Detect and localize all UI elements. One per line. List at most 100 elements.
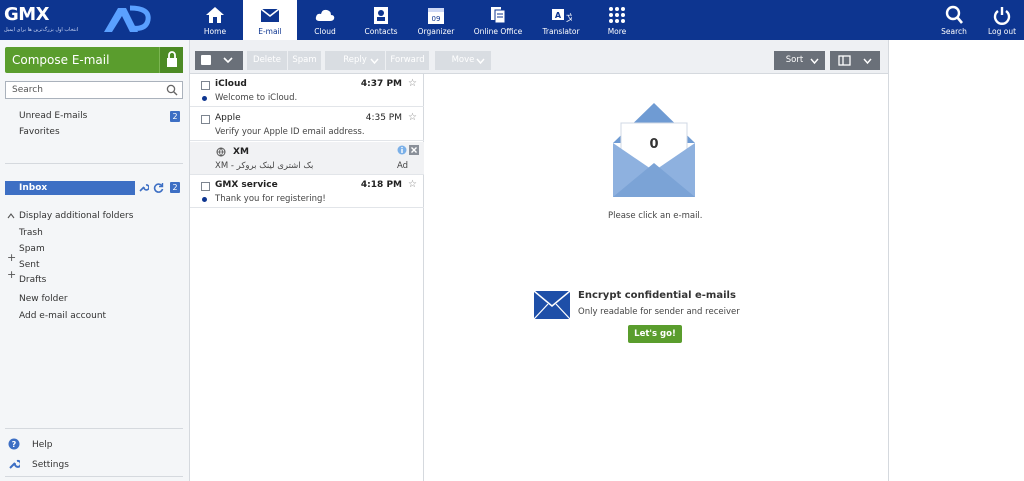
email-subject: Verify your Apple ID email address.: [215, 127, 365, 137]
unread-dot-icon: [202, 96, 207, 101]
chevron-down-icon: [863, 58, 872, 65]
lets-go-button[interactable]: Let's go!: [628, 325, 682, 343]
help-link[interactable]: Help: [32, 438, 53, 452]
encrypted-mail-icon: [534, 291, 570, 319]
search-icon[interactable]: [166, 84, 178, 96]
folder-spam[interactable]: Spam: [19, 242, 45, 256]
folder-drafts[interactable]: Drafts: [19, 273, 46, 287]
forward-button[interactable]: Forward: [385, 51, 429, 70]
nav-email-label: E-mail: [258, 27, 282, 36]
folder-unread[interactable]: Unread E-mails: [19, 109, 87, 123]
nav-cloud[interactable]: Cloud: [298, 0, 352, 40]
chevron-up-icon: [7, 213, 15, 219]
folder-trash[interactable]: Trash: [19, 226, 43, 240]
close-icon[interactable]: [409, 145, 419, 155]
envelope-icon: [260, 8, 280, 22]
home-icon: [206, 7, 224, 23]
brand-mark-icon: [104, 5, 151, 32]
email-list-item[interactable]: iCloud 4:37 PM ☆ Welcome to iCloud.: [190, 74, 424, 107]
nav-contacts[interactable]: Contacts: [354, 0, 408, 40]
delete-button[interactable]: Delete: [247, 51, 287, 70]
unread-count-badge: 2: [170, 111, 180, 122]
chevron-down-icon: [476, 58, 485, 65]
star-icon[interactable]: ☆: [408, 78, 417, 89]
email-subject: Thank you for registering!: [215, 194, 326, 204]
move-button[interactable]: Move: [435, 51, 491, 70]
reply-button-label: Reply: [343, 55, 367, 65]
spam-button[interactable]: Spam: [287, 51, 321, 70]
sort-button[interactable]: Sort: [774, 51, 825, 70]
new-folder-link[interactable]: New folder: [19, 292, 68, 306]
email-checkbox[interactable]: [201, 182, 210, 191]
encrypt-promo-title: Encrypt confidential e-mails: [578, 290, 736, 301]
nav-home[interactable]: Home: [188, 0, 242, 40]
settings-wrench-icon: [9, 459, 20, 469]
email-time: 4:35 PM: [365, 113, 402, 123]
globe-icon: [216, 147, 226, 157]
star-icon[interactable]: ☆: [408, 179, 417, 190]
brand-logo[interactable]: GMX انتخاب اول بزرگ‌ترین ها برای ایمیل: [0, 0, 190, 40]
ad-label: Ad: [396, 161, 408, 171]
folder-sent[interactable]: Sent: [19, 258, 39, 272]
empty-state-text: Please click an e-mail.: [608, 211, 703, 221]
chevron-down-icon: [223, 57, 233, 64]
wrench-icon[interactable]: [138, 182, 149, 193]
forward-button-label: Forward: [390, 55, 425, 65]
nav-online-office[interactable]: Online Office: [466, 0, 530, 40]
email-list-item[interactable]: Apple 4:35 PM ☆ Verify your Apple ID ema…: [190, 108, 424, 141]
mail-toolbar: Delete Spam Reply Forward Move Sort: [190, 40, 888, 74]
folder-inbox[interactable]: Inbox: [5, 181, 135, 195]
nav-translator[interactable]: A文 Translator: [533, 0, 589, 40]
nav-email[interactable]: E-mail: [243, 0, 297, 40]
nav-search-label: Search: [941, 27, 967, 36]
nav-home-label: Home: [203, 27, 227, 36]
nav-more[interactable]: More: [590, 0, 644, 40]
email-list-ad[interactable]: XM XM - بک اشتری لینک بروکر Ad: [190, 142, 424, 175]
sidebar-divider: [5, 163, 183, 164]
select-all-dropdown[interactable]: [195, 51, 243, 70]
email-checkbox[interactable]: [201, 81, 210, 90]
nav-logout[interactable]: Log out: [980, 0, 1024, 40]
compose-email-button[interactable]: Compose E-mail: [5, 47, 183, 73]
svg-text:A: A: [555, 11, 562, 20]
sidebar-divider: [5, 428, 183, 429]
nav-search[interactable]: Search: [927, 0, 981, 40]
right-side-panel: [888, 40, 1024, 481]
chevron-down-icon: [370, 58, 379, 65]
nav-online-office-label: Online Office: [473, 27, 523, 36]
folder-sidebar: Compose E-mail Search Unread E-mails 2 F…: [0, 40, 190, 481]
settings-link[interactable]: Settings: [32, 458, 69, 472]
layout-toggle-button[interactable]: [830, 51, 880, 70]
email-list-item[interactable]: GMX service 4:18 PM ☆ Thank you for regi…: [190, 175, 424, 208]
reply-button[interactable]: Reply: [325, 51, 385, 70]
info-icon[interactable]: [397, 145, 407, 155]
mail-search-placeholder: Search: [12, 85, 43, 95]
nav-organizer[interactable]: 09 Organizer: [409, 0, 463, 40]
encrypt-promo-subtitle: Only readable for sender and receiver: [578, 307, 740, 317]
sort-button-label: Sort: [785, 55, 804, 65]
email-sender: GMX service: [215, 180, 278, 190]
svg-text:?: ?: [12, 440, 17, 449]
email-list: iCloud 4:37 PM ☆ Welcome to iCloud. Appl…: [190, 74, 424, 481]
folder-favorites[interactable]: Favorites: [19, 125, 60, 139]
email-time: 4:18 PM: [360, 180, 402, 190]
ad-subject: XM - بک اشتری لینک بروکر: [215, 161, 314, 171]
delete-button-label: Delete: [253, 55, 281, 65]
svg-text:09: 09: [432, 15, 441, 23]
help-icon: ?: [8, 438, 20, 450]
refresh-icon[interactable]: [153, 182, 164, 193]
nav-logout-label: Log out: [987, 27, 1017, 36]
display-additional-folders-toggle[interactable]: Display additional folders: [19, 209, 133, 223]
add-email-account-link[interactable]: Add e-mail account: [19, 309, 106, 323]
email-checkbox[interactable]: [201, 115, 210, 124]
mail-search-input[interactable]: Search: [5, 81, 183, 99]
svg-text:文: 文: [566, 12, 572, 24]
nav-cloud-label: Cloud: [314, 27, 336, 36]
encrypt-compose-button[interactable]: [159, 47, 183, 73]
folder-inbox-label: Inbox: [19, 183, 48, 193]
spam-button-label: Spam: [292, 55, 317, 65]
select-all-checkbox[interactable]: [201, 55, 211, 65]
star-icon[interactable]: ☆: [408, 112, 417, 123]
inbox-count-badge: 2: [170, 182, 180, 193]
lock-icon: [167, 51, 177, 67]
